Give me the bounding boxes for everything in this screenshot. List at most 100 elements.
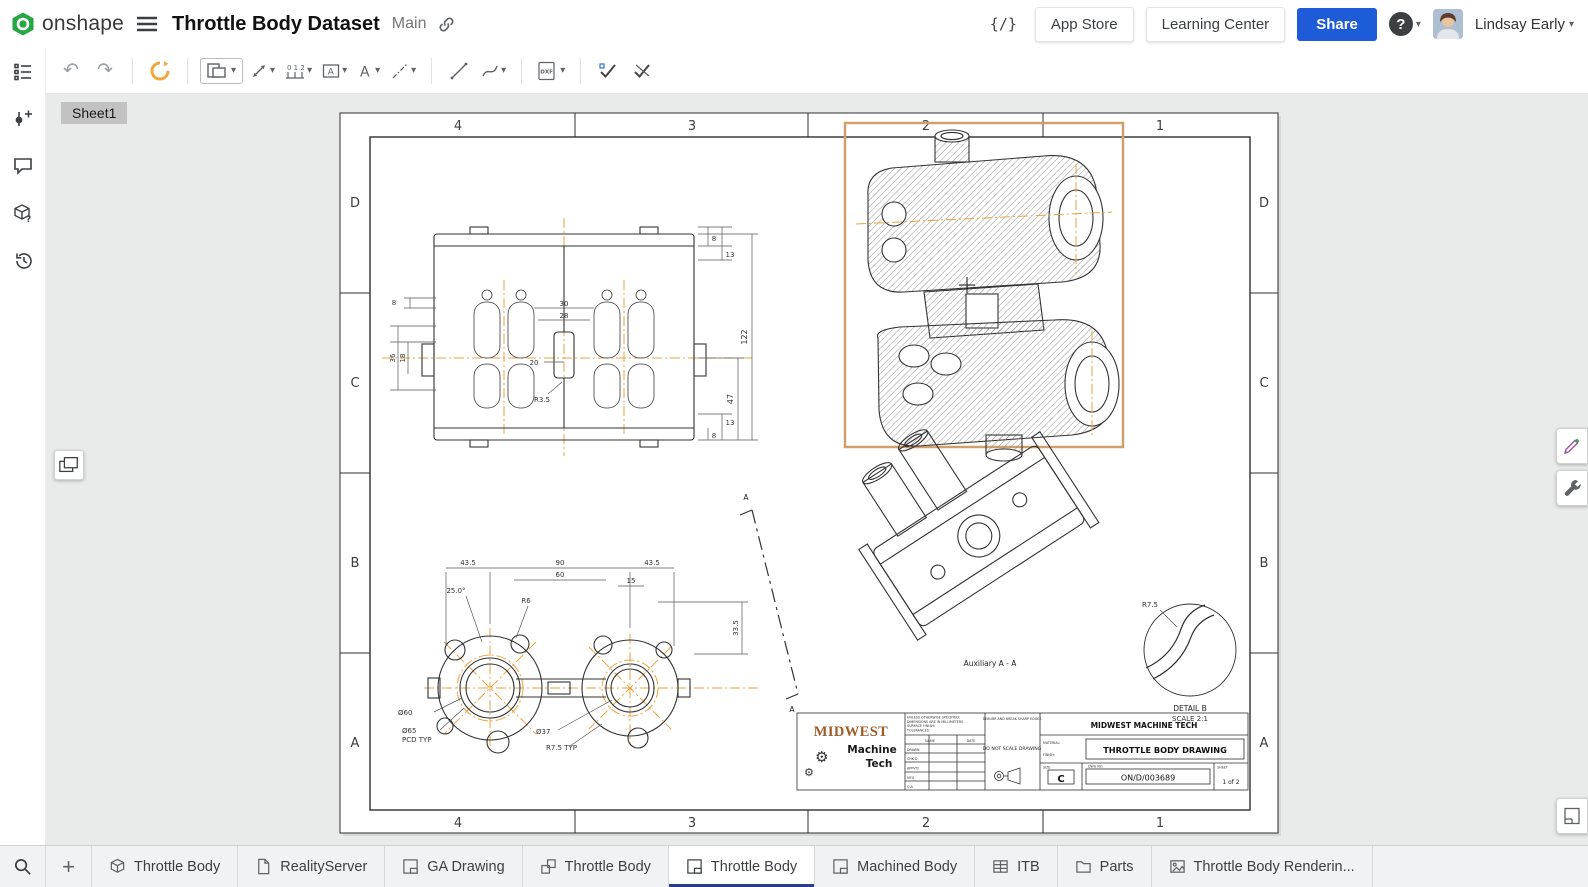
help-icon: ? [1389,12,1413,36]
tab-label: ITB [1017,859,1040,875]
user-menu[interactable]: Lindsay Early ▾ [1475,16,1574,33]
svg-text:SIZE: SIZE [1043,766,1050,770]
insert-view-tool[interactable]: ▾ [200,58,243,84]
chevron-down-icon: ▾ [231,65,236,76]
svg-text:DEBURR AND BREAK SHARP EDGES: DEBURR AND BREAK SHARP EDGES [983,717,1042,721]
svg-text:122: 122 [740,329,749,344]
tab-throttle-body-drawing-active[interactable]: Throttle Body [669,846,815,887]
tools-panel-button[interactable] [1556,470,1588,506]
tab-label: Throttle Body [134,859,220,875]
ordinate-dimension-tool[interactable]: 0 1 2 ▾ [282,55,315,87]
auxiliary-view-label: Auxiliary A - A [964,659,1018,668]
tab-machined-body[interactable]: Machined Body [815,846,975,887]
svg-text:DWG NO.: DWG NO. [1088,765,1103,769]
drawing-icon [832,858,849,875]
appearance-panel-button[interactable] [1556,428,1588,464]
svg-text:DRAWN: DRAWN [907,748,920,752]
tab-throttle-body-part-studio[interactable]: Throttle Body [92,846,238,887]
sheet-count: 1 of 2 [1222,779,1239,786]
onshape-logo[interactable]: onshape [10,11,124,37]
toolbar-divider [132,58,133,84]
svg-text:8: 8 [712,235,716,243]
svg-text:DO NOT SCALE DRAWING: DO NOT SCALE DRAWING [983,746,1042,752]
svg-text:PCD TYP: PCD TYP [402,736,432,744]
svg-text:MFG: MFG [907,776,915,780]
feature-list-icon[interactable] [9,58,37,86]
feature-script-icon[interactable]: {/} [984,11,1023,37]
export-dxf-tool[interactable]: DXF ▾ [534,55,568,87]
sheets-panel-button[interactable] [54,450,84,480]
history-icon[interactable] [9,246,37,274]
insert-item-icon[interactable] [9,105,37,133]
tab-ga-drawing[interactable]: GA Drawing [385,846,522,887]
svg-text:A: A [1260,736,1269,751]
sheet-settings-button[interactable] [1556,798,1588,834]
svg-text:APPV'D: APPV'D [907,767,919,771]
search-icon [13,857,32,876]
share-link-icon[interactable] [438,16,455,33]
toolbar-divider [580,58,581,84]
add-tab-button[interactable]: + [46,846,92,887]
svg-text:15: 15 [627,577,636,585]
drawing-toolbar: ↶ ↷ ▾ [46,48,1588,94]
share-button[interactable]: Share [1297,8,1377,41]
svg-text:30: 30 [560,300,569,308]
drawing-sheet-canvas[interactable]: 4 3 2 1 4 3 2 1 D C B A D [46,94,1588,845]
text-tool[interactable]: A ▾ [354,55,384,87]
svg-text:13: 13 [726,419,735,427]
svg-text:18: 18 [399,354,407,363]
onshape-app: onshape Throttle Body Dataset Main {/} A… [0,0,1588,887]
company-name: MIDWEST MACHINE TECH [1091,721,1198,730]
tab-itb[interactable]: ITB [975,846,1058,887]
tab-parts-folder[interactable]: Parts [1058,846,1152,887]
update-views-icon[interactable] [145,55,175,87]
svg-text:Q.A: Q.A [907,785,914,789]
undo-button[interactable]: ↶ [56,55,86,87]
svg-text:2: 2 [922,816,930,831]
spline-tool[interactable]: ▾ [478,55,509,87]
tab-label: Throttle Body Renderin... [1194,859,1355,875]
search-tabs-button[interactable] [0,846,46,887]
sheet-tab[interactable]: Sheet1 [61,102,127,124]
svg-text:D: D [350,196,360,211]
main-menu-icon[interactable] [136,16,158,32]
drawing-area[interactable]: Sheet1 [46,94,1588,845]
centerline-tool[interactable]: ▾ [388,55,419,87]
line-tool[interactable] [444,55,474,87]
note-tool[interactable]: A ▾ [319,55,350,87]
chevron-down-icon: ▾ [1416,19,1421,30]
svg-text:20: 20 [530,359,539,367]
workspace-name[interactable]: Main [392,15,427,33]
svg-text:B: B [351,556,360,571]
dimension-tool[interactable]: ▾ [247,55,278,87]
svg-text:CHK'D: CHK'D [907,757,918,761]
tab-realityserver[interactable]: RealityServer [238,846,385,887]
svg-text:1: 1 [1156,119,1164,134]
drawing-number: ON/D/003689 [1121,774,1175,783]
learning-center-button[interactable]: Learning Center [1146,7,1286,42]
app-store-button[interactable]: App Store [1035,7,1134,42]
check-edit-tool[interactable] [627,55,657,87]
svg-text:4: 4 [454,119,462,134]
svg-text:?: ? [26,215,31,224]
svg-text:8: 8 [712,432,716,440]
tab-label: Throttle Body [711,859,797,875]
user-name: Lindsay Early [1475,16,1565,33]
tab-throttle-body-rendering[interactable]: Throttle Body Renderin... [1152,846,1373,887]
comment-icon[interactable] [9,152,37,180]
svg-text:A: A [328,67,335,77]
drawing-title: THROTTLE BODY DRAWING [1103,745,1227,755]
redo-button[interactable]: ↷ [90,55,120,87]
user-avatar[interactable] [1433,9,1463,39]
folder-icon [1075,858,1092,875]
svg-text:A: A [351,736,360,751]
cube-question-icon[interactable]: ? [9,199,37,227]
check-tool[interactable] [593,55,623,87]
toolbar-divider [431,58,432,84]
tab-label: Machined Body [857,859,957,875]
tab-throttle-body-assembly[interactable]: Throttle Body [523,846,669,887]
section-label-top: A [743,493,749,502]
help-menu[interactable]: ? ▾ [1389,12,1421,36]
svg-text:60: 60 [556,571,565,579]
svg-text:Tech: Tech [866,758,893,770]
